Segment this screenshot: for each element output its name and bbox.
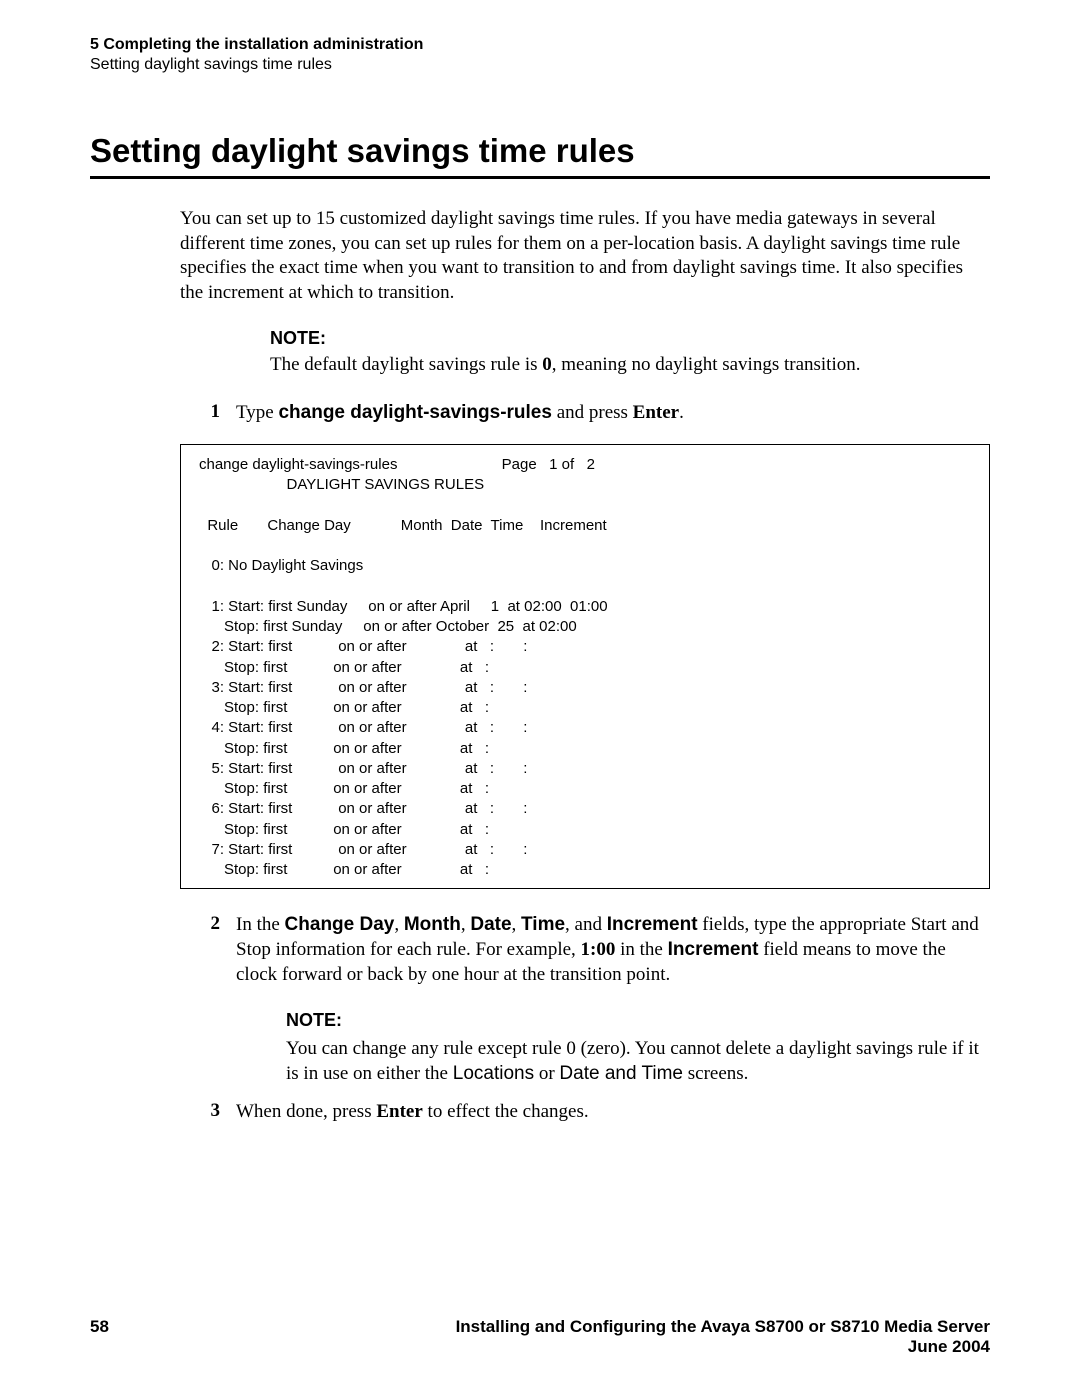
step-2-body: In the Change Day, Month, Date, Time, an… <box>220 913 990 1086</box>
footer-right: Installing and Configuring the Avaya S87… <box>456 1317 990 1357</box>
running-header: 5 Completing the installation administra… <box>90 36 990 74</box>
book-title: Installing and Configuring the Avaya S87… <box>456 1317 990 1337</box>
terminal-screen: change daylight-savings-rules Page 1 of … <box>180 444 990 889</box>
step-3-num: 3 <box>180 1100 220 1125</box>
step-3-body: When done, press Enter to effect the cha… <box>220 1100 990 1125</box>
note-2-heading: NOTE: <box>286 1009 990 1032</box>
page-number: 58 <box>90 1317 109 1357</box>
page-title: Setting daylight savings time rules <box>90 132 990 170</box>
step-1-body: Type change daylight-savings-rules and p… <box>220 401 990 426</box>
note-1: NOTE: The default daylight savings rule … <box>270 328 990 378</box>
chapter-label: 5 Completing the installation administra… <box>90 36 990 54</box>
intro-text: You can set up to 15 customized daylight… <box>180 207 990 306</box>
footer: 58 Installing and Configuring the Avaya … <box>90 1317 990 1357</box>
note-2: NOTE: You can change any rule except rul… <box>286 1009 990 1086</box>
step-2: 2 In the Change Day, Month, Date, Time, … <box>180 913 990 1086</box>
step-2-num: 2 <box>180 913 220 1086</box>
book-date: June 2004 <box>456 1337 990 1357</box>
step-1-num: 1 <box>180 401 220 426</box>
step-3: 3 When done, press Enter to effect the c… <box>180 1100 990 1125</box>
note-1-text: The default daylight savings rule is 0, … <box>270 353 990 378</box>
step-1: 1 Type change daylight-savings-rules and… <box>180 401 990 426</box>
title-rule <box>90 176 990 179</box>
steps-block: 1 Type change daylight-savings-rules and… <box>180 401 990 1124</box>
note-heading: NOTE: <box>270 328 990 349</box>
page: 5 Completing the installation administra… <box>0 0 1080 1397</box>
section-label: Setting daylight savings time rules <box>90 56 990 74</box>
intro-paragraph: You can set up to 15 customized daylight… <box>180 207 990 377</box>
note-2-text: You can change any rule except rule 0 (z… <box>286 1037 990 1086</box>
